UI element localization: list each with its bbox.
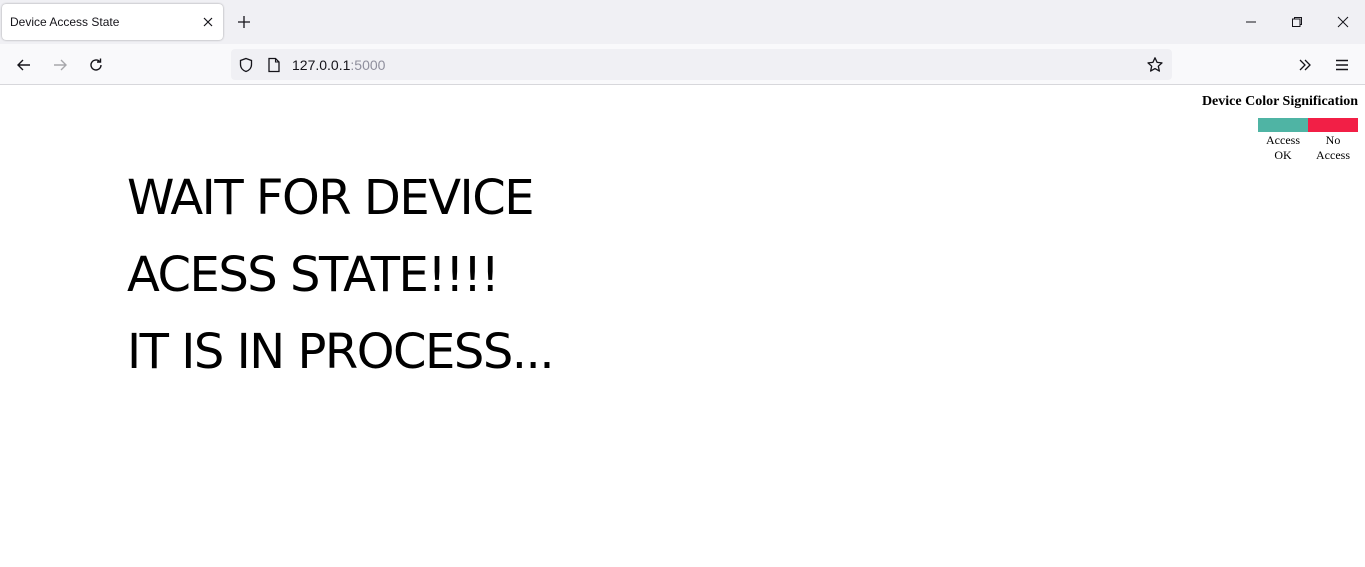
access-ok-label: Access OK [1266,133,1300,162]
url-host: 127.0.0.1 [292,57,351,73]
url-port: :5000 [350,57,386,73]
status-message-line-2: ACESS STATE!!!! [127,247,500,303]
legend-swatches [1258,118,1358,132]
tab-bar: Device Access State [0,0,1365,44]
tab-device-access-state[interactable]: Device Access State [2,4,223,40]
arrow-left-icon[interactable] [13,54,35,76]
minimize-icon[interactable] [1241,12,1261,32]
access-ok-swatch [1258,118,1308,132]
arrow-right-icon[interactable] [49,54,71,76]
url-text[interactable]: 127.0.0.1:5000 [292,57,385,73]
device-color-legend: Device Color Signification Access OK No … [1188,94,1358,162]
page-icon[interactable] [265,56,283,74]
plus-icon[interactable] [234,12,254,32]
close-icon[interactable] [199,13,217,31]
star-icon[interactable] [1146,56,1164,74]
tab-title: Device Access State [10,15,120,29]
status-message-line-3: IT IS IN PROCESS... [127,324,555,380]
shield-icon[interactable] [237,56,255,74]
url-bar[interactable]: 127.0.0.1:5000 [231,49,1172,80]
restore-icon[interactable] [1287,12,1307,32]
hamburger-icon[interactable] [1331,54,1353,76]
no-access-swatch [1308,118,1358,132]
close-icon[interactable] [1333,12,1353,32]
chevron-double-right-icon[interactable] [1294,54,1316,76]
legend-labels: Access OK No Access [1258,133,1358,163]
status-message: WAIT FOR DEVICE ACESS STATE!!!! IT IS IN… [127,160,555,391]
status-message-line-1: WAIT FOR DEVICE [127,170,535,226]
reload-icon[interactable] [85,54,107,76]
legend-title: Device Color Signification [1201,94,1358,109]
no-access-label: No Access [1316,133,1350,162]
navigation-bar: 127.0.0.1:5000 [0,44,1365,85]
